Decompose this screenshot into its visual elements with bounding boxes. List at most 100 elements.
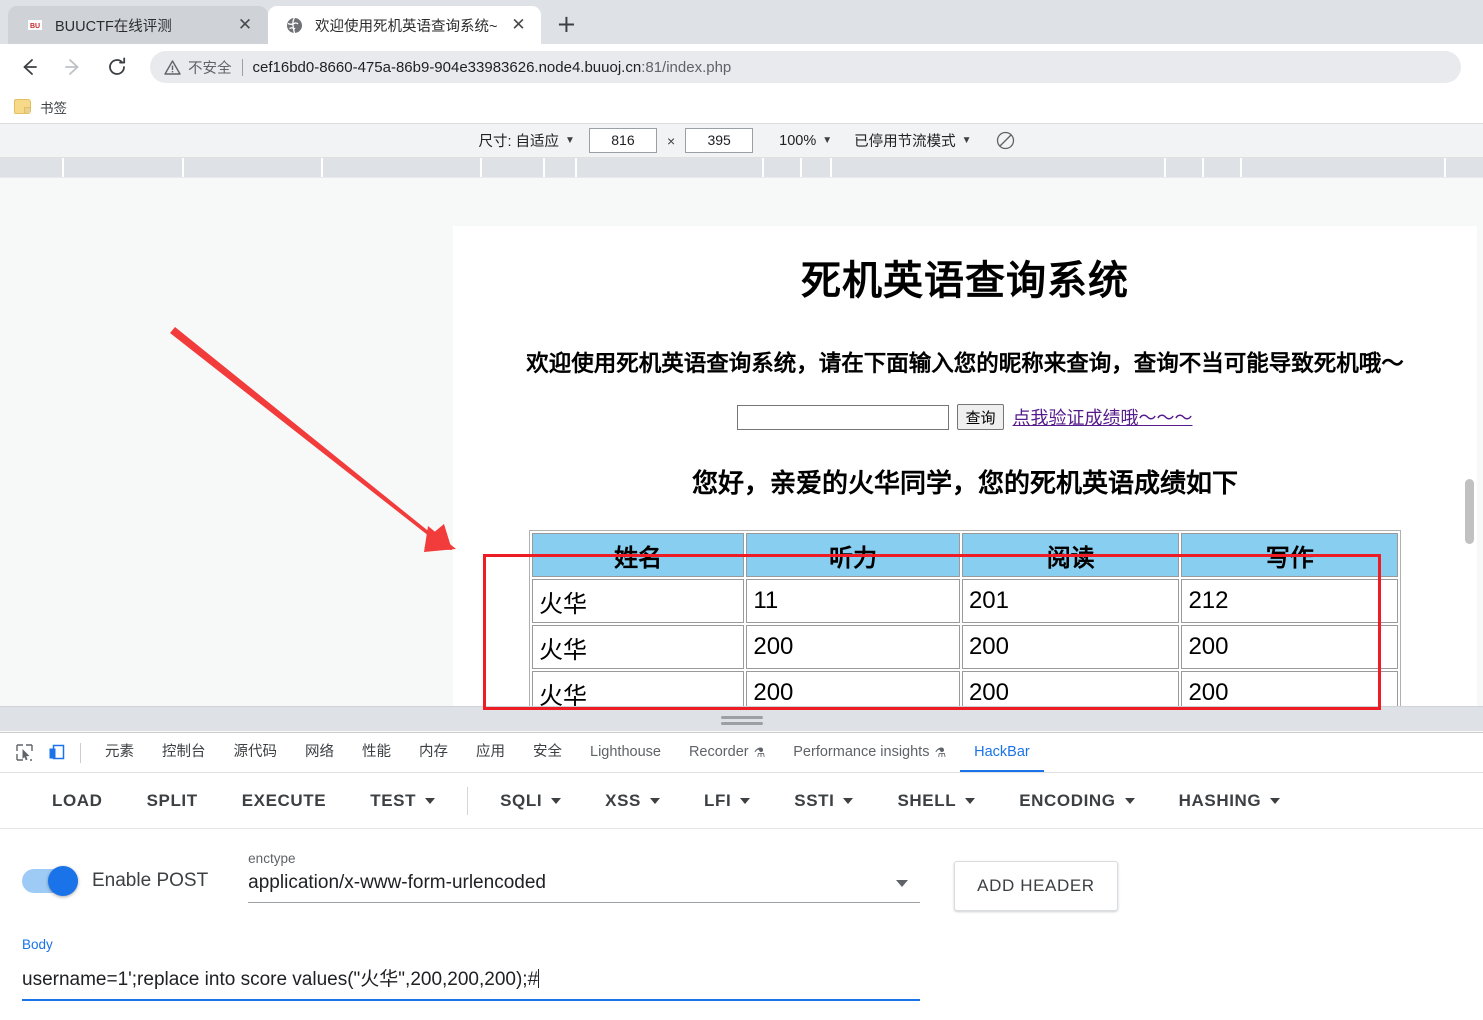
svg-text:BU: BU: [29, 23, 39, 30]
forward-icon[interactable]: [56, 50, 90, 84]
device-size-dropdown[interactable]: 尺寸: 自适应 ▼: [478, 130, 574, 151]
tab-memory[interactable]: 内存: [405, 733, 462, 772]
hackbar-sqli-button[interactable]: SQLI: [478, 791, 583, 811]
body-input[interactable]: username=1';replace into score values("火…: [22, 958, 920, 1001]
ruler-tick: [1240, 158, 1242, 177]
chevron-down-icon: [896, 879, 909, 887]
bookmarks-bar: 书签: [0, 90, 1483, 124]
security-status[interactable]: 不安全: [164, 57, 232, 78]
browser-tab-2[interactable]: 欢迎使用死机英语查询系统~ ✕: [268, 6, 542, 44]
browser-window: BU BUUCTF在线评测 ✕ 欢迎使用死机英语查询系统~ ✕ + 不安全 ce…: [0, 0, 1483, 1020]
cell-name: 火华: [532, 579, 745, 623]
ruler-tick: [321, 158, 323, 177]
tab-strip: BU BUUCTF在线评测 ✕ 欢迎使用死机英语查询系统~ ✕ +: [0, 0, 1483, 44]
page-subtitle: 欢迎使用死机英语查询系统，请在下面输入您的昵称来查询，查询不当可能导致死机哦～: [526, 351, 1404, 376]
browser-tab-1[interactable]: BU BUUCTF在线评测 ✕: [8, 6, 268, 44]
col-header-writing: 写作: [1181, 533, 1398, 577]
folder-icon: [14, 99, 31, 114]
enable-post-toggle[interactable]: Enable POST: [22, 851, 208, 896]
username-input[interactable]: [737, 404, 950, 430]
throttling-dropdown[interactable]: 已停用节流模式 ▼: [854, 130, 971, 151]
hackbar-load-button[interactable]: LOAD: [30, 791, 125, 811]
hackbar-xss-button[interactable]: XSS: [583, 791, 682, 811]
tab-sources[interactable]: 源代码: [220, 733, 292, 772]
cell-writing: 200: [1181, 625, 1398, 669]
hackbar-encoding-label: ENCODING: [1019, 790, 1116, 810]
hackbar-hashing-button[interactable]: HASHING: [1157, 791, 1303, 811]
ruler-tick: [762, 158, 764, 177]
tab-recorder-label: Recorder: [688, 744, 749, 760]
hackbar-encoding-button[interactable]: ENCODING: [997, 791, 1156, 811]
hackbar-ssti-label: SSTI: [794, 790, 835, 810]
device-emulation-toolbar: 尺寸: 自适应 ▼ 816 × 395 100% ▼ 已停用节流模式 ▼: [0, 124, 1483, 158]
page-vertical-scrollbar[interactable]: [1462, 226, 1477, 706]
ruler-tick: [800, 158, 802, 177]
tab-performance[interactable]: 性能: [348, 733, 405, 772]
toggle-track[interactable]: [22, 866, 78, 896]
hackbar-shell-button[interactable]: SHELL: [875, 791, 997, 811]
ruler-tick: [575, 158, 577, 177]
dimension-separator: ×: [666, 132, 676, 149]
chevron-down-icon: [1270, 797, 1281, 804]
tab-performance-insights[interactable]: Performance insights ⚗: [779, 733, 960, 772]
new-tab-button[interactable]: +: [549, 7, 583, 41]
page-area: 死机英语查询系统 欢迎使用死机英语查询系统，请在下面输入您的昵称来查询，查询不当…: [0, 178, 1483, 710]
inspect-element-icon[interactable]: [10, 739, 38, 767]
zoom-label: 100%: [779, 132, 817, 149]
flask-icon: ⚗: [753, 745, 766, 760]
hackbar-lfi-button[interactable]: LFI: [682, 791, 772, 811]
tab-security[interactable]: 安全: [519, 733, 576, 772]
tab-application[interactable]: 应用: [462, 733, 519, 772]
scrollbar-thumb[interactable]: [1465, 479, 1474, 544]
device-toolbar-icon[interactable]: [42, 739, 70, 767]
ruler-tick: [1164, 158, 1166, 177]
add-header-button[interactable]: ADD HEADER: [954, 861, 1118, 911]
tab-hackbar[interactable]: HackBar: [960, 733, 1044, 772]
reload-icon[interactable]: [100, 50, 134, 84]
address-bar[interactable]: 不安全 cef16bd0-8660-475a-86b9-904e33983626…: [150, 51, 1461, 83]
hackbar-post-row: Enable POST enctype application/x-www-fo…: [0, 829, 1483, 911]
score-table-head: 姓名 听力 阅读 写作: [532, 533, 1398, 577]
resize-handle[interactable]: [720, 716, 763, 728]
rotate-icon[interactable]: [996, 131, 1015, 150]
cell-reading: 200: [961, 671, 1180, 706]
back-icon[interactable]: [12, 50, 46, 84]
bookmark-item-shuqian[interactable]: 书签: [14, 97, 67, 117]
table-header-row: 姓名 听力 阅读 写作: [532, 533, 1398, 577]
hackbar-split-button[interactable]: SPLIT: [125, 791, 220, 811]
devtools-tabbar: 元素 控制台 源代码 网络 性能 内存 应用 安全 Lighthouse Rec…: [0, 733, 1483, 773]
enctype-select[interactable]: application/x-www-form-urlencoded: [248, 872, 921, 903]
close-icon[interactable]: ✕: [507, 14, 529, 36]
tab-elements[interactable]: 元素: [91, 733, 148, 772]
viewport-resize-strip[interactable]: [0, 706, 1483, 731]
enctype-value: application/x-www-form-urlencoded: [248, 872, 546, 893]
buuctf-favicon: BU: [26, 17, 43, 34]
ruler-tick: [1444, 158, 1446, 177]
viewport-width-input[interactable]: 816: [588, 128, 657, 153]
table-row: 火华 200 200 200: [532, 625, 1398, 669]
tab-console[interactable]: 控制台: [148, 733, 220, 772]
viewport-height-input[interactable]: 395: [685, 128, 754, 153]
table-row: 火华 11 201 212: [532, 579, 1398, 623]
devtools-panel: 元素 控制台 源代码 网络 性能 内存 应用 安全 Lighthouse Rec…: [0, 732, 1483, 1001]
table-row: 火华 200 200 200: [532, 671, 1398, 706]
cell-name: 火华: [532, 671, 745, 706]
query-submit-button[interactable]: 查询: [957, 404, 1004, 430]
cell-name: 火华: [532, 625, 745, 669]
verify-score-link[interactable]: 点我验证成绩哦～～～: [1013, 404, 1193, 430]
body-field: Body username=1';replace into score valu…: [0, 911, 920, 1001]
tab-network[interactable]: 网络: [291, 733, 348, 772]
hackbar-execute-button[interactable]: EXECUTE: [220, 791, 349, 811]
chevron-down-icon: ▼: [565, 135, 575, 146]
tab-recorder[interactable]: Recorder ⚗: [675, 733, 779, 772]
score-table: 姓名 听力 阅读 写作 火华 11 201 212 火华 200 200 200…: [529, 530, 1401, 706]
tab-lighthouse[interactable]: Lighthouse: [576, 733, 675, 772]
hackbar-ssti-button[interactable]: SSTI: [772, 791, 875, 811]
navigation-toolbar: 不安全 cef16bd0-8660-475a-86b9-904e33983626…: [0, 44, 1483, 90]
zoom-dropdown[interactable]: 100% ▼: [779, 133, 832, 149]
hackbar-test-button[interactable]: TEST: [348, 791, 457, 811]
close-icon[interactable]: ✕: [234, 14, 256, 36]
ruler-tick: [1202, 158, 1204, 177]
toolbar-divider: [80, 742, 81, 763]
ruler-tick: [480, 158, 482, 177]
